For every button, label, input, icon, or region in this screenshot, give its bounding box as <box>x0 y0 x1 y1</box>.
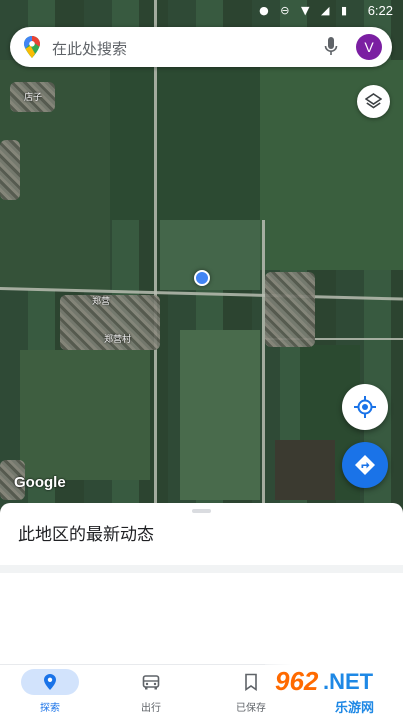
map-village <box>265 272 315 347</box>
place-label[interactable]: 郑营 <box>92 294 110 307</box>
status-icons: ● ⊖ ▼ ◢ ▮ <box>259 4 351 17</box>
watermark-net: .NET <box>323 669 374 694</box>
map-field <box>20 350 150 480</box>
nav-tab-explore[interactable]: 探索 <box>0 665 100 718</box>
nav-tab-commute[interactable]: 出行 <box>101 665 201 718</box>
place-label[interactable]: 店子 <box>24 90 42 103</box>
place-label[interactable]: 郑营村 <box>104 332 131 345</box>
layers-button[interactable] <box>357 85 390 118</box>
mic-icon[interactable] <box>324 37 338 57</box>
map-village <box>0 140 20 200</box>
map-road <box>262 220 265 510</box>
signal-icon: ◢ <box>320 4 334 17</box>
pin-icon <box>44 674 56 690</box>
map-field <box>275 440 335 500</box>
wifi-icon: ▼ <box>301 4 314 17</box>
google-maps-pin-icon <box>24 36 40 58</box>
sheet-divider <box>0 565 403 573</box>
battery-icon: ▮ <box>340 4 351 17</box>
map-road <box>154 0 157 510</box>
car-icon <box>142 675 160 690</box>
nav-label: 探索 <box>40 703 60 714</box>
status-time: 6:22 <box>367 3 393 18</box>
site-watermark: 962 .NET 乐游网 <box>265 664 403 718</box>
bookmark-icon <box>245 673 257 691</box>
crosshair-icon <box>354 396 376 418</box>
dnd-icon: ⊖ <box>280 4 294 17</box>
location-icon: ● <box>259 4 273 17</box>
current-location-dot <box>194 270 210 286</box>
status-bar: ● ⊖ ▼ ◢ ▮ 6:22 <box>0 0 403 22</box>
sheet-drag-handle[interactable] <box>192 509 211 513</box>
watermark-text: 乐游网 <box>335 701 375 716</box>
map-field <box>110 60 260 220</box>
account-avatar[interactable]: V <box>356 34 382 60</box>
my-location-button[interactable] <box>342 384 388 430</box>
latest-in-area-sheet[interactable]: 此地区的最新动态 <box>0 503 403 665</box>
directions-button[interactable] <box>342 442 388 488</box>
satellite-map[interactable]: 店子 郑营 郑营村 Google <box>0 0 403 510</box>
layers-icon <box>365 93 382 109</box>
google-attribution: Google <box>14 474 66 491</box>
sheet-title: 此地区的最新动态 <box>18 525 154 545</box>
nav-label: 出行 <box>141 703 161 714</box>
search-input[interactable]: 在此处搜索 <box>52 38 127 59</box>
directions-icon <box>355 455 375 475</box>
map-field <box>160 220 260 290</box>
map-field <box>180 330 260 500</box>
search-bar[interactable]: 在此处搜索 V <box>10 27 392 67</box>
watermark-number: 962 <box>275 666 319 696</box>
